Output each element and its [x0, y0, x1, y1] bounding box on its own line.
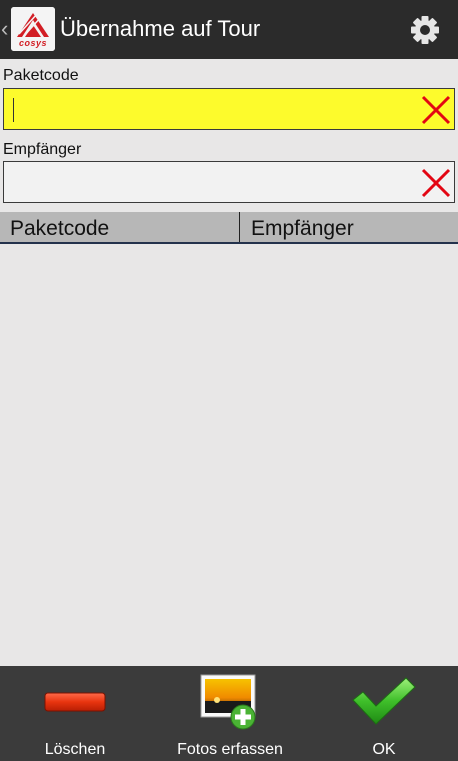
chevron-left-icon[interactable]: ‹ [1, 16, 9, 42]
empfaenger-label: Empfänger [3, 141, 82, 158]
paketcode-field[interactable] [3, 88, 455, 130]
column-header-paketcode[interactable]: Paketcode [10, 212, 109, 242]
empfaenger-clear-button[interactable] [419, 166, 453, 200]
empfaenger-input[interactable] [4, 162, 408, 202]
empfaenger-field[interactable] [3, 161, 455, 203]
delete-button[interactable]: Löschen [28, 666, 122, 761]
paketcode-clear-button[interactable] [419, 93, 453, 127]
capture-photos-label: Fotos erfassen [177, 741, 283, 758]
checkmark-icon [352, 677, 416, 725]
delete-label: Löschen [44, 741, 106, 758]
app-logo[interactable]: cosys [11, 7, 55, 51]
action-bar: ‹ cosys Übernahme auf Tour [0, 0, 458, 59]
minus-icon [44, 692, 106, 712]
column-header-empfaenger[interactable]: Empfänger [251, 212, 354, 242]
paketcode-input[interactable] [4, 89, 408, 129]
ok-button[interactable]: OK [340, 666, 428, 761]
paketcode-label: Paketcode [3, 67, 79, 84]
page-title: Übernahme auf Tour [60, 16, 261, 41]
add-photo-icon [200, 674, 256, 730]
text-caret [13, 98, 14, 122]
capture-photos-button[interactable]: Fotos erfassen [165, 666, 295, 761]
table-header: Paketcode Empfänger [0, 212, 458, 244]
ok-label: OK [372, 741, 396, 758]
column-divider [239, 212, 240, 242]
close-icon [421, 168, 451, 198]
settings-button[interactable] [406, 11, 444, 49]
close-icon [421, 95, 451, 125]
logo-text: cosys [18, 38, 48, 48]
bottom-action-bar: Löschen Fotos erfassen OK [0, 666, 458, 761]
parcel-list[interactable] [0, 244, 458, 666]
gear-icon [411, 16, 439, 44]
